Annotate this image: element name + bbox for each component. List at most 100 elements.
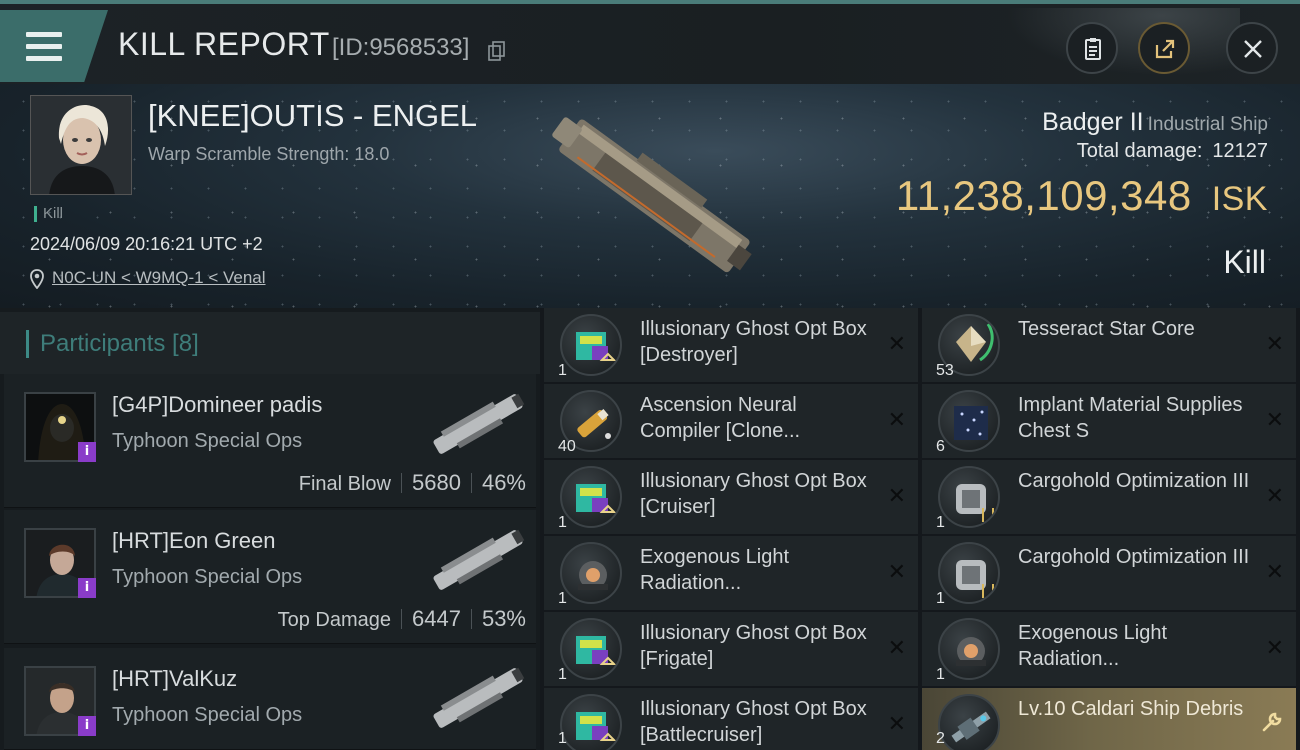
destroyed-x-icon: ✕ [887, 332, 906, 357]
item-slot[interactable]: 1 Cargohold Optimization III ✕ [922, 536, 1296, 610]
radiation-module-icon [938, 618, 1000, 680]
item-quantity: 1 [558, 514, 567, 531]
item-slot[interactable]: 1 Illusionary Ghost Opt Box [Battlecruis… [544, 688, 918, 750]
participant-name: [HRT]Eon Green [112, 528, 276, 553]
header-accent-bar [26, 330, 29, 358]
copy-icon[interactable] [488, 41, 506, 61]
share-button[interactable] [1138, 22, 1190, 74]
total-damage-value: 12127 [1212, 140, 1268, 162]
participant-card[interactable]: i [HRT]Eon Green Typhoon Special Ops Top… [4, 510, 536, 644]
hamburger-icon [26, 32, 62, 62]
participant-card[interactable]: i [G4P]Domineer padis Typhoon Special Op… [4, 374, 536, 508]
item-name: Exogenous Light Radiation... [640, 546, 790, 594]
item-slot[interactable]: 1 Illusionary Ghost Opt Box [Destroyer] … [544, 308, 918, 382]
item-slot[interactable]: 1 Illusionary Ghost Opt Box [Cruiser] ✕ [544, 460, 918, 534]
role-badge: i [78, 578, 96, 598]
participant-ship-image [433, 393, 525, 454]
item-slot-dropped[interactable]: 2 Lv.10 Caldari Ship Debris [922, 688, 1296, 750]
victim-panel: [KNEE]OUTIS - ENGEL Warp Scramble Streng… [0, 84, 1300, 308]
clipboard-icon [1085, 38, 1101, 60]
supplies-chest-icon [938, 390, 1000, 452]
victim-ship-image [552, 117, 752, 273]
close-button[interactable] [1226, 22, 1278, 74]
item-name: Illusionary Ghost Opt Box [Battlecruiser… [640, 698, 867, 746]
destroyed-x-icon: ✕ [887, 484, 906, 509]
participants-panel: Participants [8] i [G4P]Domineer padis T… [0, 308, 540, 750]
participant-stats: Top Damage 6447 53% [278, 606, 526, 632]
role-badge: i [78, 716, 96, 736]
participant-ship-image [433, 667, 525, 728]
clipboard-button[interactable] [1066, 22, 1118, 74]
cargohold-rig-icon [938, 542, 1000, 604]
total-damage-label: Total damage: [1076, 140, 1203, 162]
participant-ship: Typhoon Special Ops [112, 704, 303, 726]
participants-header[interactable]: Participants [8] [0, 312, 540, 374]
participant-ship-image [433, 529, 525, 590]
item-name: Tesseract Star Core [1018, 318, 1195, 340]
participants-title: Participants [8] [40, 330, 199, 357]
item-slot[interactable]: 1 Exogenous Light Radiation... ✕ [544, 536, 918, 610]
item-name: Illusionary Ghost Opt Box [Cruiser] [640, 470, 867, 518]
wrench-icon [1262, 712, 1282, 732]
cargohold-rig-icon [938, 466, 1000, 528]
kill-location[interactable]: N0C-UN < W9MQ-1 < Venal [30, 268, 266, 289]
destroyed-x-icon: ✕ [887, 560, 906, 585]
item-name: Ascension Neural Compiler [Clone... [640, 394, 801, 442]
isk-amount: 11,238,109,348 [895, 172, 1192, 219]
item-quantity: 1 [558, 362, 567, 379]
participant-name: [HRT]ValKuz [112, 666, 238, 691]
item-quantity: 1 [558, 730, 567, 747]
ship-name: Badger II [1042, 108, 1144, 136]
dropped-items-grid: 1 Illusionary Ghost Opt Box [Destroyer] … [544, 308, 1300, 750]
kill-tag: Kill [34, 206, 63, 222]
result-label: Kill [1223, 244, 1266, 280]
isk-value: 11,238,109,348 ISK [896, 172, 1268, 220]
item-name: Illusionary Ghost Opt Box [Destroyer] [640, 318, 867, 366]
item-quantity: 2 [936, 730, 945, 747]
item-slot[interactable]: 1 Exogenous Light Radiation... ✕ [922, 612, 1296, 686]
top-bar: KILL REPORT [ID:9568533] [0, 0, 1300, 86]
ghost-box-icon [560, 694, 622, 750]
item-name: Lv.10 Caldari Ship Debris [1018, 698, 1244, 720]
victim-ship: Badger II Industrial Ship [1042, 108, 1268, 137]
share-icon [1155, 39, 1175, 59]
location-link[interactable]: N0C-UN < W9MQ-1 < Venal [52, 268, 266, 287]
item-name: Cargohold Optimization III [1018, 470, 1250, 492]
ghost-box-icon [560, 618, 622, 680]
participant-ship: Typhoon Special Ops [112, 430, 303, 452]
participant-ship: Typhoon Special Ops [112, 566, 303, 588]
item-slot[interactable]: 1 Illusionary Ghost Opt Box [Frigate] ✕ [544, 612, 918, 686]
participant-role: Top Damage [277, 609, 391, 631]
victim-portrait[interactable] [30, 95, 132, 195]
total-damage: Total damage: 12127 [1077, 140, 1268, 163]
ghost-box-icon [560, 466, 622, 528]
participant-card[interactable]: i [HRT]ValKuz Typhoon Special Ops [4, 648, 536, 750]
destroyed-x-icon: ✕ [1265, 560, 1284, 585]
item-quantity: 1 [936, 666, 945, 683]
participant-damage: 6447 [412, 606, 461, 631]
participant-damage: 5680 [412, 470, 461, 495]
item-slot[interactable]: 40 Ascension Neural Compiler [Clone... ✕ [544, 384, 918, 458]
victim-name: [KNEE]OUTIS - ENGEL [148, 98, 478, 133]
radiation-module-icon [560, 542, 622, 604]
warp-scramble-strength: Warp Scramble Strength: 18.0 [148, 144, 390, 164]
item-quantity: 1 [936, 590, 945, 607]
destroyed-x-icon: ✕ [887, 712, 906, 737]
item-slot[interactable]: 1 Cargohold Optimization III ✕ [922, 460, 1296, 534]
page-title: KILL REPORT [118, 26, 330, 62]
destroyed-x-icon: ✕ [887, 408, 906, 433]
kill-datetime: 2024/06/09 20:16:21 UTC +2 [30, 234, 263, 254]
item-quantity: 1 [558, 666, 567, 683]
location-pin-icon [30, 269, 44, 289]
participant-name: [G4P]Domineer padis [112, 392, 323, 417]
item-slot[interactable]: 6 Implant Material Supplies Chest S ✕ [922, 384, 1296, 458]
participant-role: Final Blow [298, 473, 391, 495]
item-slot[interactable]: 53 Tesseract Star Core ✕ [922, 308, 1296, 382]
menu-button[interactable] [0, 10, 108, 82]
report-id: [ID:9568533] [332, 34, 470, 61]
close-icon [1244, 40, 1262, 58]
item-name: Illusionary Ghost Opt Box [Frigate] [640, 622, 867, 670]
destroyed-x-icon: ✕ [1265, 484, 1284, 509]
item-name: Exogenous Light Radiation... [1018, 622, 1168, 670]
participant-percent: 53% [481, 606, 526, 631]
